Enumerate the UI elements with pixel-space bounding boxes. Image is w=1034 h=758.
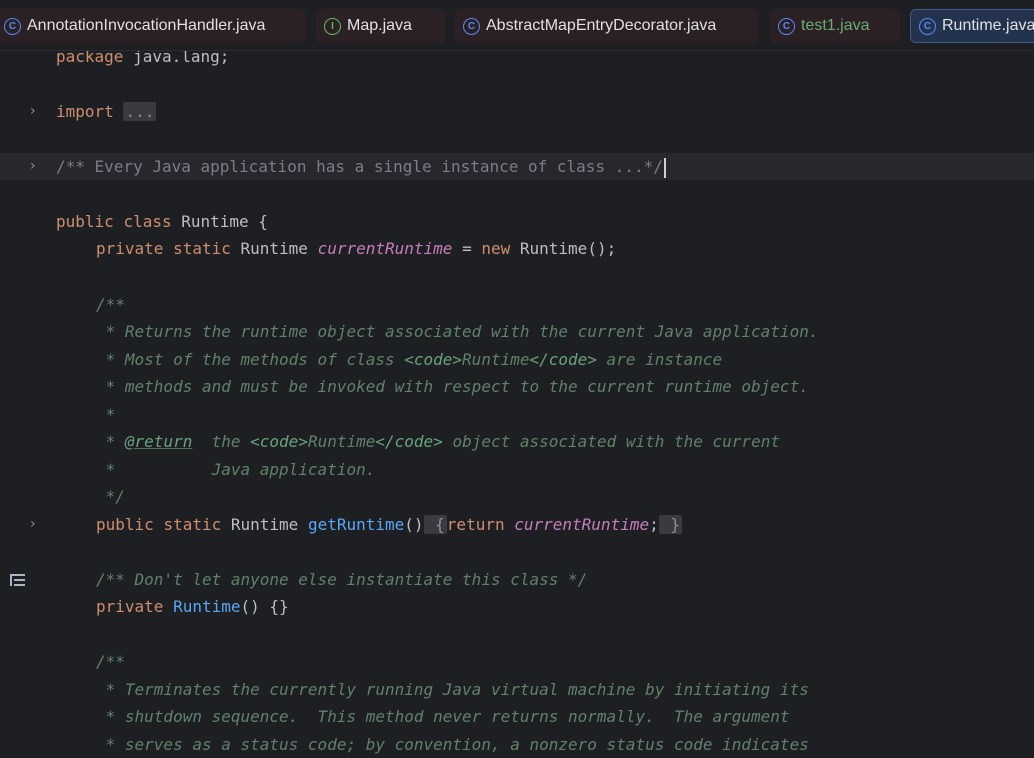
class-icon: C [4, 17, 21, 35]
tab-map[interactable]: I Map.java [316, 9, 445, 43]
tab-label: Map.java [347, 17, 412, 34]
class-icon: C [919, 17, 936, 35]
code-line: * [96, 405, 116, 424]
collapsed-body-close[interactable]: } [658, 515, 682, 534]
fold-arrow-icon[interactable]: › [30, 153, 44, 180]
code-line: * @return the <code>Runtime</code> objec… [96, 432, 780, 451]
code-line: › public static Runtime getRuntime() {re… [0, 511, 1034, 538]
tab-abstract-map-entry-decorator[interactable]: C AbstractMapEntryDecorator.java [455, 9, 758, 43]
collapsed-doc-comment[interactable]: /** Every Java application has a single … [56, 157, 663, 176]
code-line: private Runtime() {} [96, 597, 289, 616]
code-line: package java.lang; [56, 51, 230, 66]
code-line: * Most of the methods of class <code>Run… [96, 350, 723, 369]
code-line: * Returns the runtime object associated … [96, 322, 819, 341]
render-doc-icon[interactable] [10, 574, 25, 586]
code-line: * Terminates the currently running Java … [96, 680, 809, 699]
code-line: * methods and must be invoked with respe… [96, 377, 809, 396]
collapsed-body-open[interactable]: { [423, 515, 447, 534]
tab-runtime[interactable]: C Runtime.java [910, 9, 1034, 43]
class-run-icon: C [778, 17, 795, 35]
code-line: /** [96, 295, 125, 314]
code-line: * Java application. [96, 460, 376, 479]
code-line: /** Don't let anyone else instantiate th… [0, 566, 1034, 593]
abstract-class-icon: C [463, 17, 480, 35]
editor-tab-bar: C AnnotationInvocationHandler.java I Map… [0, 0, 1034, 51]
code-line: */ [96, 487, 125, 506]
code-line: › import ... [0, 98, 1034, 125]
code-line: private static Runtime currentRuntime = … [96, 239, 617, 258]
fold-arrow-icon[interactable]: › [30, 511, 44, 538]
collapsed-imports[interactable]: ... [123, 102, 157, 121]
tab-label: Runtime.java [942, 17, 1034, 34]
code-line: /** [96, 652, 125, 671]
text-cursor [663, 157, 666, 178]
code-editor[interactable]: package java.lang; › import ... › /** Ev… [0, 51, 1034, 758]
fold-arrow-icon[interactable]: › [30, 98, 44, 125]
tab-annotation-invocation-handler[interactable]: C AnnotationInvocationHandler.java [0, 9, 306, 43]
code-line: * shutdown sequence. This method never r… [96, 707, 790, 726]
tab-test1[interactable]: C test1.java [770, 9, 900, 43]
code-line: public class Runtime { [56, 212, 268, 231]
code-line: * serves as a status code; by convention… [96, 735, 809, 754]
tab-label: AnnotationInvocationHandler.java [27, 17, 266, 34]
code-line-current: › /** Every Java application has a singl… [0, 153, 1034, 180]
interface-icon: I [324, 17, 341, 35]
tab-label: AbstractMapEntryDecorator.java [486, 17, 717, 34]
tab-label: test1.java [801, 17, 870, 34]
